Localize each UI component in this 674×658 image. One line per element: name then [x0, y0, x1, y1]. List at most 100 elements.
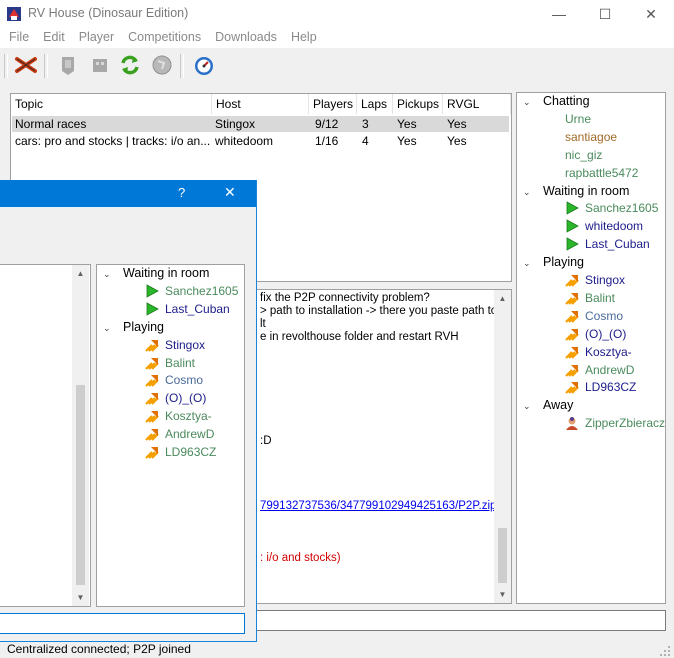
- racing-icon: [145, 375, 159, 388]
- user-item[interactable]: ZipperZbieracz: [565, 414, 665, 432]
- chevron-down-icon[interactable]: ⌄: [523, 183, 535, 201]
- app-icon: [7, 7, 21, 21]
- user-group-label: Playing: [543, 255, 584, 270]
- user-group-chatting[interactable]: ⌄ Chatting: [523, 93, 590, 111]
- column-header-pickups[interactable]: Pickups: [393, 94, 443, 114]
- scroll-thumb[interactable]: [498, 528, 507, 583]
- user-item[interactable]: Balint: [565, 289, 615, 307]
- column-header-players[interactable]: Players: [309, 94, 357, 114]
- status-text: Centralized connected; P2P joined: [7, 642, 191, 656]
- user-name: rapbattle5472: [565, 165, 639, 180]
- user-name: Last_Cuban: [165, 301, 230, 316]
- speedometer-icon: [195, 57, 213, 75]
- close-button[interactable]: ✕: [628, 0, 674, 28]
- user-item[interactable]: santiagoe: [565, 128, 617, 146]
- user-group-waiting-in-room[interactable]: ⌄ Waiting in room: [523, 182, 629, 200]
- column-header-rvgl[interactable]: RVGL: [443, 94, 511, 114]
- user-name: (O)_(O): [585, 326, 627, 341]
- play-flag-icon: [566, 201, 579, 216]
- user-item[interactable]: Last_Cuban: [145, 300, 230, 318]
- scroll-down-arrow[interactable]: ▼: [72, 589, 89, 606]
- room-laps: 4: [362, 134, 369, 148]
- user-item[interactable]: AndrewD: [145, 425, 214, 443]
- user-item[interactable]: Kosztya-: [145, 407, 212, 425]
- dialog-left-scrollbar[interactable]: ▲ ▼: [72, 265, 89, 606]
- menu-edit[interactable]: Edit: [36, 28, 72, 48]
- menu-competitions[interactable]: Competitions: [121, 28, 208, 48]
- user-name: (O)_(O): [165, 391, 207, 406]
- refresh-button[interactable]: [116, 51, 144, 79]
- chevron-down-icon[interactable]: ⌄: [523, 397, 535, 415]
- user-item[interactable]: Stingox: [145, 336, 205, 354]
- scroll-up-arrow[interactable]: ▲: [494, 290, 511, 307]
- user-item[interactable]: whitedoom: [565, 217, 643, 235]
- racing-icon: [565, 346, 579, 359]
- join-button[interactable]: [86, 51, 114, 79]
- user-name: Kosztya-: [165, 409, 212, 424]
- dialog-header: [0, 207, 256, 257]
- scroll-down-arrow[interactable]: ▼: [494, 586, 511, 603]
- racing-icon: [565, 275, 579, 287]
- room-row[interactable]: cars: pro and stocks | tracks: i/o an...…: [12, 133, 509, 149]
- user-name: Sanchez1605: [585, 201, 659, 216]
- chevron-down-icon[interactable]: ⌄: [103, 319, 115, 337]
- user-item[interactable]: Urne: [565, 110, 591, 128]
- user-name: LD963CZ: [585, 380, 637, 395]
- scroll-up-arrow[interactable]: ▲: [72, 265, 89, 282]
- user-item[interactable]: Cosmo: [565, 307, 623, 325]
- user-group-playing[interactable]: ⌄ Playing: [103, 318, 164, 336]
- user-item[interactable]: Balint: [145, 354, 195, 372]
- user-item[interactable]: Stingox: [565, 271, 625, 289]
- user-item[interactable]: rapbattle5472: [565, 164, 638, 182]
- chevron-down-icon[interactable]: ⌄: [523, 254, 535, 272]
- menu-player[interactable]: Player: [72, 28, 121, 48]
- user-item[interactable]: Sanchez1605: [145, 282, 238, 300]
- user-group-waiting-in-room[interactable]: ⌄ Waiting in room: [103, 265, 209, 283]
- user-item[interactable]: Kosztya-: [565, 343, 632, 361]
- user-item[interactable]: LD963CZ: [565, 378, 636, 396]
- user-name: Balint: [165, 355, 196, 370]
- disconnect-button[interactable]: [12, 51, 40, 79]
- user-item[interactable]: Cosmo: [145, 371, 203, 389]
- chat-line: e in revolthouse folder and restart RVH: [260, 331, 459, 343]
- racing-icon: [145, 393, 159, 406]
- host-button[interactable]: [54, 51, 82, 79]
- room-row[interactable]: Normal races Stingox 9/12 3 Yes Yes: [12, 116, 509, 132]
- user-item[interactable]: (O)_(O): [145, 389, 206, 407]
- maximize-button[interactable]: ☐: [582, 0, 628, 28]
- dialog-left-list[interactable]: ▲ ▼: [0, 264, 91, 607]
- column-header-topic[interactable]: Topic: [11, 94, 212, 114]
- chat-line: : i/o and stocks): [260, 552, 341, 564]
- column-header-laps[interactable]: Laps: [357, 94, 393, 114]
- room-players: 1/16: [315, 134, 339, 148]
- chevron-down-icon[interactable]: ⌄: [523, 93, 535, 111]
- room-topic: Normal races: [15, 117, 87, 131]
- window-title: RV House (Dinosaur Edition): [28, 6, 189, 20]
- column-header-host[interactable]: Host: [212, 94, 309, 114]
- speed-button[interactable]: [190, 51, 218, 79]
- minimize-button[interactable]: —: [536, 0, 582, 28]
- dialog-close-button[interactable]: ✕: [224, 184, 236, 201]
- menu-downloads[interactable]: Downloads: [208, 28, 284, 48]
- chevron-down-icon[interactable]: ⌄: [103, 265, 115, 283]
- chat-link[interactable]: 799132737536/347799102949425163/P2P.zip: [260, 500, 496, 513]
- menu-file[interactable]: File: [2, 28, 36, 48]
- user-group-playing[interactable]: ⌄ Playing: [523, 253, 584, 271]
- user-item[interactable]: Sanchez1605: [565, 199, 658, 217]
- scroll-thumb[interactable]: [76, 385, 85, 585]
- user-item[interactable]: (O)_(O): [565, 325, 626, 343]
- dialog-input[interactable]: [0, 613, 245, 634]
- chat-scrollbar[interactable]: ▲ ▼: [494, 290, 511, 603]
- user-item[interactable]: Last_Cuban: [565, 235, 650, 253]
- user-item[interactable]: AndrewD: [565, 361, 634, 379]
- menu-help[interactable]: Help: [284, 28, 324, 48]
- user-item[interactable]: LD963CZ: [145, 443, 216, 461]
- chat-log[interactable]: fix the P2P connectivity problem? > path…: [256, 289, 512, 604]
- chat-line: :D: [260, 435, 272, 447]
- chat-input[interactable]: [256, 610, 666, 631]
- user-item[interactable]: nic_giz: [565, 146, 602, 164]
- resize-grip-icon[interactable]: [658, 644, 672, 658]
- web-button[interactable]: [148, 51, 176, 79]
- user-group-away[interactable]: ⌄ Away: [523, 396, 573, 414]
- dialog-help-button[interactable]: ?: [178, 185, 185, 200]
